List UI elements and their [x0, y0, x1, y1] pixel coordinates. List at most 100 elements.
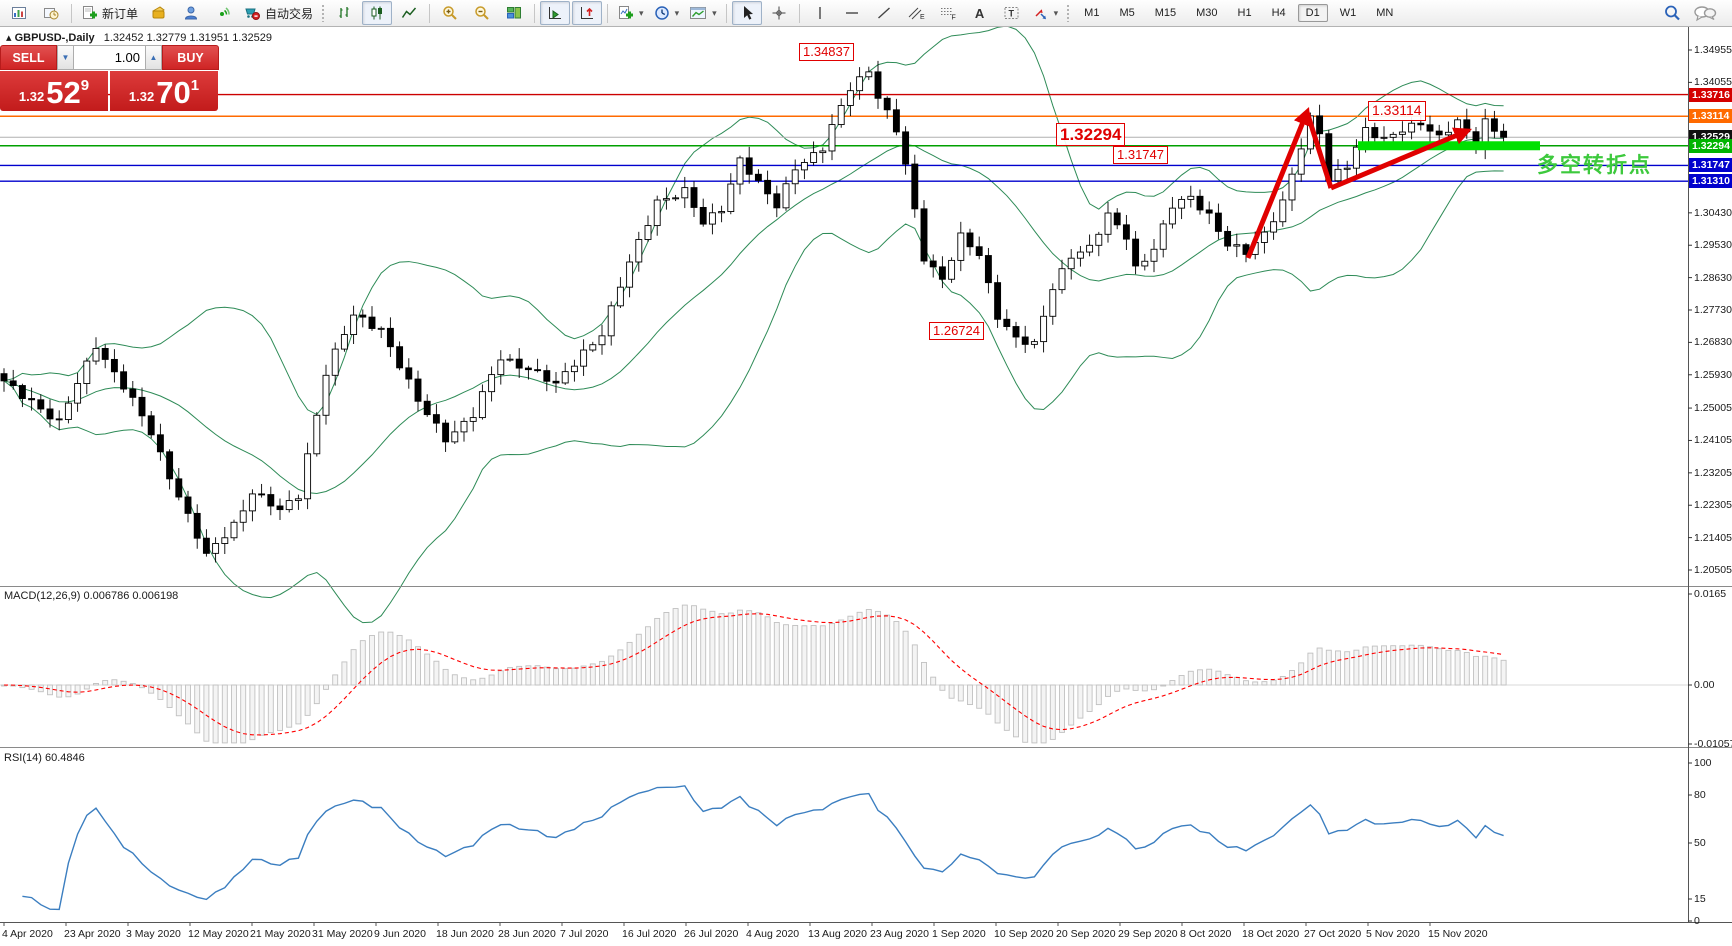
- timeframe-button-w1[interactable]: W1: [1332, 4, 1365, 22]
- templates-dropdown[interactable]: ▾: [685, 1, 721, 25]
- one-click-trading-widget: SELL ▼ ▲ BUY 1.32 52 9 1.32 70 1: [0, 45, 219, 111]
- expert-advisor-icon: [183, 5, 199, 21]
- market-watch-button[interactable]: [144, 1, 174, 25]
- text-tool[interactable]: A: [965, 1, 995, 25]
- mt4-window: { "toolbar": { "new_order_label": "新订单",…: [0, 0, 1732, 946]
- volume-decrease-button[interactable]: ▼: [57, 45, 74, 70]
- timeframe-button-m15[interactable]: M15: [1147, 4, 1184, 22]
- text-label-icon: T: [1003, 5, 1021, 21]
- timeframe-button-m30[interactable]: M30: [1188, 4, 1225, 22]
- cursor-icon: [740, 5, 754, 21]
- bar-chart-button[interactable]: [330, 1, 360, 25]
- autotrading-label: 自动交易: [265, 5, 313, 22]
- chart-shift-icon: [579, 5, 595, 21]
- new-chart-button[interactable]: [4, 1, 34, 25]
- channel-tool[interactable]: E: [901, 1, 931, 25]
- signals-button[interactable]: [208, 1, 238, 25]
- buy-price-panel[interactable]: 1.32 70 1: [110, 71, 218, 111]
- sell-price-pips: 52: [46, 78, 80, 108]
- fibonacci-tool[interactable]: F: [933, 1, 963, 25]
- autoscroll-toggle[interactable]: [540, 1, 570, 25]
- cursor-tool[interactable]: [732, 1, 762, 25]
- chevron-down-icon: ▾: [639, 8, 644, 19]
- timeframe-button-h1[interactable]: H1: [1230, 4, 1260, 22]
- arrows-tool-dropdown[interactable]: ▾: [1029, 1, 1063, 25]
- timeframe-button-h4[interactable]: H4: [1264, 4, 1294, 22]
- chevron-down-icon: ▾: [712, 8, 717, 19]
- toolbar-separator: [607, 4, 608, 23]
- new-order-label: 新订单: [102, 5, 138, 22]
- candlestick-chart-button[interactable]: [362, 1, 392, 25]
- bar-chart-icon: [337, 5, 353, 21]
- timeframe-button-m1[interactable]: M1: [1076, 4, 1107, 22]
- signal-icon: [215, 5, 231, 21]
- chevron-down-icon: ▾: [1054, 8, 1059, 19]
- tile-windows-button[interactable]: [499, 1, 529, 25]
- wallet-icon: [151, 5, 167, 21]
- zoom-out-icon: [474, 5, 490, 21]
- indicators-dropdown[interactable]: ▾: [613, 1, 648, 25]
- sell-price-panel[interactable]: 1.32 52 9: [0, 71, 108, 111]
- clock-icon: [654, 5, 670, 21]
- zoom-in-icon: [442, 5, 458, 21]
- main-toolbar: 新订单 自动交易 ▾ ▾: [0, 0, 1732, 27]
- buy-price-base: 1.32: [129, 89, 154, 104]
- chart-shift-toggle[interactable]: [572, 1, 602, 25]
- volume-increase-button[interactable]: ▲: [145, 45, 162, 70]
- crosshair-tool[interactable]: [764, 1, 794, 25]
- buy-button[interactable]: BUY: [162, 45, 219, 70]
- chevron-down-icon: ▾: [675, 8, 680, 19]
- horizontal-line-tool[interactable]: [837, 1, 867, 25]
- toolbar-separator: [429, 4, 430, 23]
- rsi-pane[interactable]: [0, 748, 1688, 922]
- vertical-line-tool[interactable]: [805, 1, 835, 25]
- vertical-line-icon: [813, 5, 827, 21]
- text-label-tool[interactable]: T: [997, 1, 1027, 25]
- autoscroll-icon: [547, 5, 563, 21]
- sell-button[interactable]: SELL: [0, 45, 57, 70]
- volume-input[interactable]: [74, 45, 145, 70]
- fibonacci-icon: F: [939, 5, 957, 21]
- profiles-icon: [43, 5, 59, 21]
- toolbar-right-group: [1656, 1, 1732, 25]
- toolbar-separator: [71, 4, 72, 23]
- text-tool-icon: A: [975, 6, 984, 21]
- toolbar-separator: [534, 4, 535, 23]
- svg-text:F: F: [951, 15, 955, 22]
- timeframe-group: M1M5 M15M30 H1H4D1W1MN: [1074, 4, 1403, 22]
- strategy-tester-button[interactable]: [176, 1, 206, 25]
- search-button[interactable]: [1657, 1, 1687, 25]
- search-icon: [1663, 4, 1681, 22]
- line-chart-button[interactable]: [394, 1, 424, 25]
- autotrading-button[interactable]: 自动交易: [240, 1, 317, 25]
- date-axis[interactable]: [0, 922, 1732, 946]
- periods-dropdown[interactable]: ▾: [650, 1, 684, 25]
- svg-text:T: T: [1008, 9, 1014, 19]
- timeframe-button-d1[interactable]: D1: [1298, 4, 1328, 22]
- macd-pane[interactable]: [0, 587, 1688, 747]
- crosshair-icon: [771, 5, 787, 21]
- tile-windows-icon: [506, 5, 522, 21]
- toolbar-drag-handle[interactable]: [321, 4, 326, 22]
- line-chart-icon: [401, 5, 417, 21]
- new-order-button[interactable]: 新订单: [77, 1, 142, 25]
- chat-button[interactable]: [1689, 1, 1721, 25]
- trendline-icon: [876, 5, 892, 21]
- sell-price-point: 9: [81, 77, 89, 94]
- zoom-in-button[interactable]: [435, 1, 465, 25]
- sell-price-base: 1.32: [19, 89, 44, 104]
- new-order-icon: [81, 5, 98, 21]
- zoom-out-button[interactable]: [467, 1, 497, 25]
- timeframe-button-mn[interactable]: MN: [1368, 4, 1401, 22]
- svg-text:E: E: [920, 14, 925, 21]
- timeframe-button-m5[interactable]: M5: [1111, 4, 1142, 22]
- price-axis[interactable]: [1688, 27, 1732, 922]
- autotrading-icon: [244, 5, 261, 21]
- toolbar-drag-handle[interactable]: [1066, 4, 1071, 22]
- profiles-button[interactable]: [36, 1, 66, 25]
- trendline-tool[interactable]: [869, 1, 899, 25]
- buy-price-pips: 70: [156, 78, 190, 108]
- new-chart-icon: [11, 5, 27, 21]
- channel-icon: E: [907, 5, 925, 21]
- main-chart-pane[interactable]: [0, 27, 1688, 586]
